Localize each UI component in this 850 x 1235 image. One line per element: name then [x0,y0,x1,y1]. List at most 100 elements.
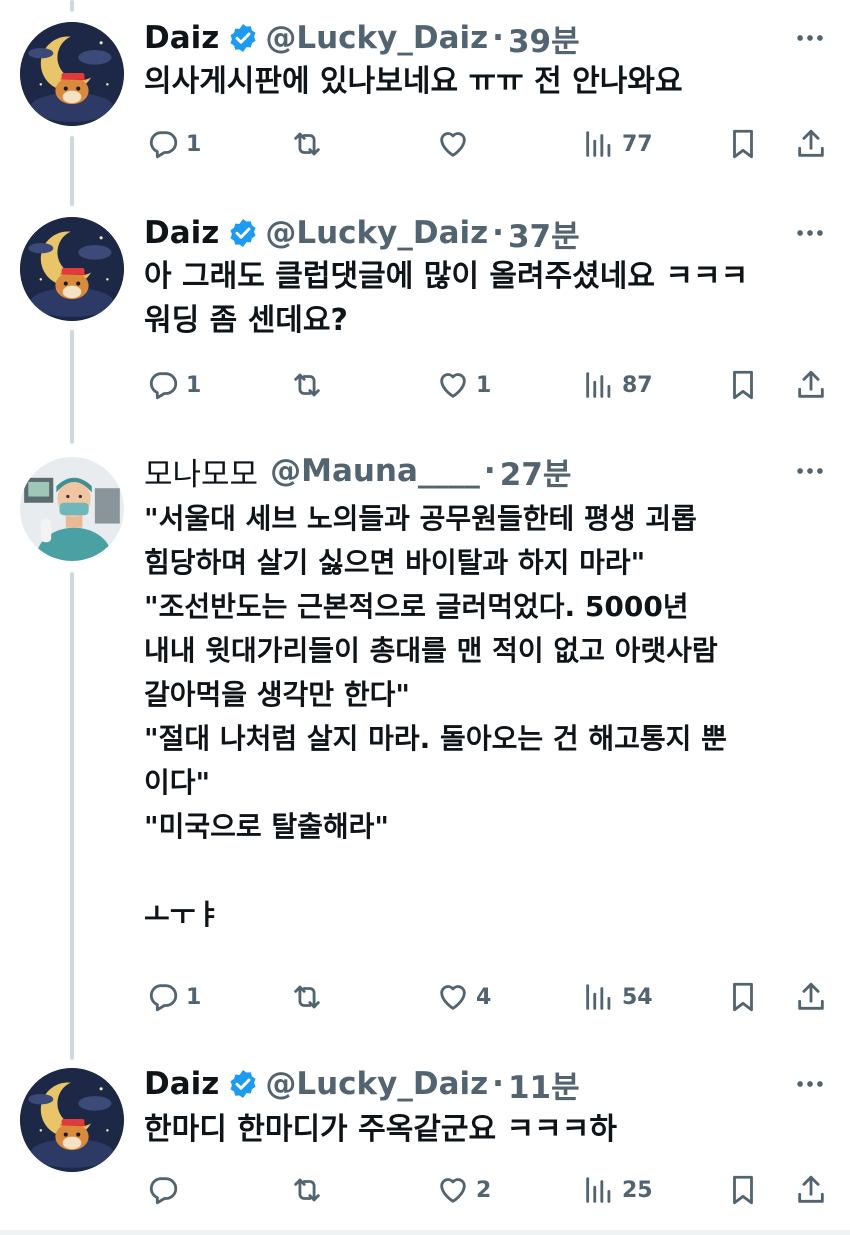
like-button[interactable]: 2 [436,1170,491,1210]
like-icon [436,127,470,161]
view-count: 25 [622,1177,653,1203]
tweet-2[interactable]: Daiz @Lucky_Daiz · 37분 아 그래도 클럽댓글에 많이 올려… [0,195,850,435]
like-icon [436,1173,470,1207]
more-icon [793,216,827,250]
verified-badge-icon [227,22,259,54]
bookmark-icon [726,127,760,161]
like-button[interactable]: 1 [436,365,491,405]
views-button[interactable]: 54 [582,977,653,1017]
like-icon [436,980,470,1014]
bookmark-icon [726,368,760,402]
reply-icon [146,980,180,1014]
view-count: 87 [622,372,653,398]
retweet-icon [290,1173,324,1207]
tweet-4[interactable]: Daiz @Lucky_Daiz · 11분 한마디 한마디가 주옥같군요 ㅋㅋ… [0,1050,850,1230]
retweet-icon [290,368,324,402]
like-count: 4 [476,984,492,1010]
tweet-header: Daiz @Lucky_Daiz · 11분 [144,1062,580,1106]
user-handle[interactable]: @Lucky_Daiz [265,1066,488,1102]
verified-badge-icon [227,217,259,249]
retweet-button[interactable] [290,365,330,405]
separator-dot: · [492,20,504,56]
reply-icon [146,1173,180,1207]
bookmark-button[interactable] [726,977,760,1017]
tweet-text: 의사게시판에 있나보네요 ㅠㅠ 전 안나와요 [144,64,683,99]
avatar[interactable] [20,22,124,126]
more-options-button[interactable] [790,451,830,491]
tweet-1[interactable]: Daiz @Lucky_Daiz · 39분 의사게시판에 있나보네요 ㅠㅠ 전… [0,0,850,195]
views-icon [582,1173,616,1207]
avatar[interactable] [20,1068,124,1172]
separator-dot: · [492,215,504,251]
share-button[interactable] [794,1170,828,1210]
like-count: 1 [476,372,492,398]
share-icon [794,980,828,1014]
share-button[interactable] [794,365,828,405]
reply-count: 1 [186,372,202,398]
reply-button[interactable]: 1 [146,977,201,1017]
more-options-button[interactable] [790,1064,830,1104]
separator-dot: · [483,453,496,489]
share-icon [794,127,828,161]
more-icon [793,1067,827,1101]
avatar[interactable] [20,217,124,321]
retweet-icon [290,980,324,1014]
like-button[interactable] [436,124,476,164]
tweet-text: "서울대 세브 노의들과 공무원들한테 평생 괴롭 힘당하며 살기 싫으면 바이… [144,502,727,931]
user-handle[interactable]: @Mauna____ [270,453,480,489]
retweet-button[interactable] [290,124,330,164]
bookmark-button[interactable] [726,124,760,164]
share-button[interactable] [794,124,828,164]
user-handle[interactable]: @Lucky_Daiz [265,215,488,251]
views-icon [582,980,616,1014]
like-count: 2 [476,1177,492,1203]
reply-icon [146,127,180,161]
more-options-button[interactable] [790,18,830,58]
timestamp[interactable]: 11분 [508,1062,580,1107]
tweet-text: 한마디 한마디가 주옥같군요 ㅋㅋㅋ하 [144,1112,617,1147]
reply-icon [146,368,180,402]
retweet-button[interactable] [290,977,330,1017]
separator-dot: · [492,1066,504,1102]
bookmark-button[interactable] [726,1170,760,1210]
views-button[interactable]: 87 [582,365,653,405]
bookmark-button[interactable] [726,365,760,405]
tweet-header: 모나모모 @Mauna____ · 27분 [144,449,571,493]
tweet-text: 아 그래도 클럽댓글에 많이 올려주셨네요 ㅋㅋㅋ 워딩 좀 센데요? [144,259,749,338]
like-button[interactable]: 4 [436,977,491,1017]
views-icon [582,127,616,161]
avatar[interactable] [20,457,124,561]
display-name[interactable]: Daiz [144,1066,219,1102]
display-name[interactable]: Daiz [144,20,219,56]
user-handle[interactable]: @Lucky_Daiz [265,20,488,56]
timestamp[interactable]: 27분 [500,449,572,494]
view-count: 77 [622,131,653,157]
display-name[interactable]: Daiz [144,215,219,251]
reply-count: 1 [186,984,202,1010]
reply-button[interactable] [146,1170,186,1210]
views-button[interactable]: 77 [582,124,653,164]
bookmark-icon [726,980,760,1014]
bottom-divider [0,1230,850,1235]
tweet-3[interactable]: 모나모모 @Mauna____ · 27분 "서울대 세브 노의들과 공무원들한… [0,435,850,1050]
share-icon [794,1173,828,1207]
views-button[interactable]: 25 [582,1170,653,1210]
retweet-button[interactable] [290,1170,330,1210]
share-button[interactable] [794,977,828,1017]
like-icon [436,368,470,402]
tweet-header: Daiz @Lucky_Daiz · 37분 [144,211,580,255]
display-name[interactable]: 모나모모 [144,449,258,494]
timestamp[interactable]: 39분 [508,16,580,61]
more-icon [793,454,827,488]
retweet-icon [290,127,324,161]
views-icon [582,368,616,402]
bookmark-icon [726,1173,760,1207]
reply-button[interactable]: 1 [146,124,201,164]
more-options-button[interactable] [790,213,830,253]
reply-count: 1 [186,131,202,157]
view-count: 54 [622,984,653,1010]
reply-button[interactable]: 1 [146,365,201,405]
share-icon [794,368,828,402]
more-icon [793,21,827,55]
timestamp[interactable]: 37분 [508,211,580,256]
